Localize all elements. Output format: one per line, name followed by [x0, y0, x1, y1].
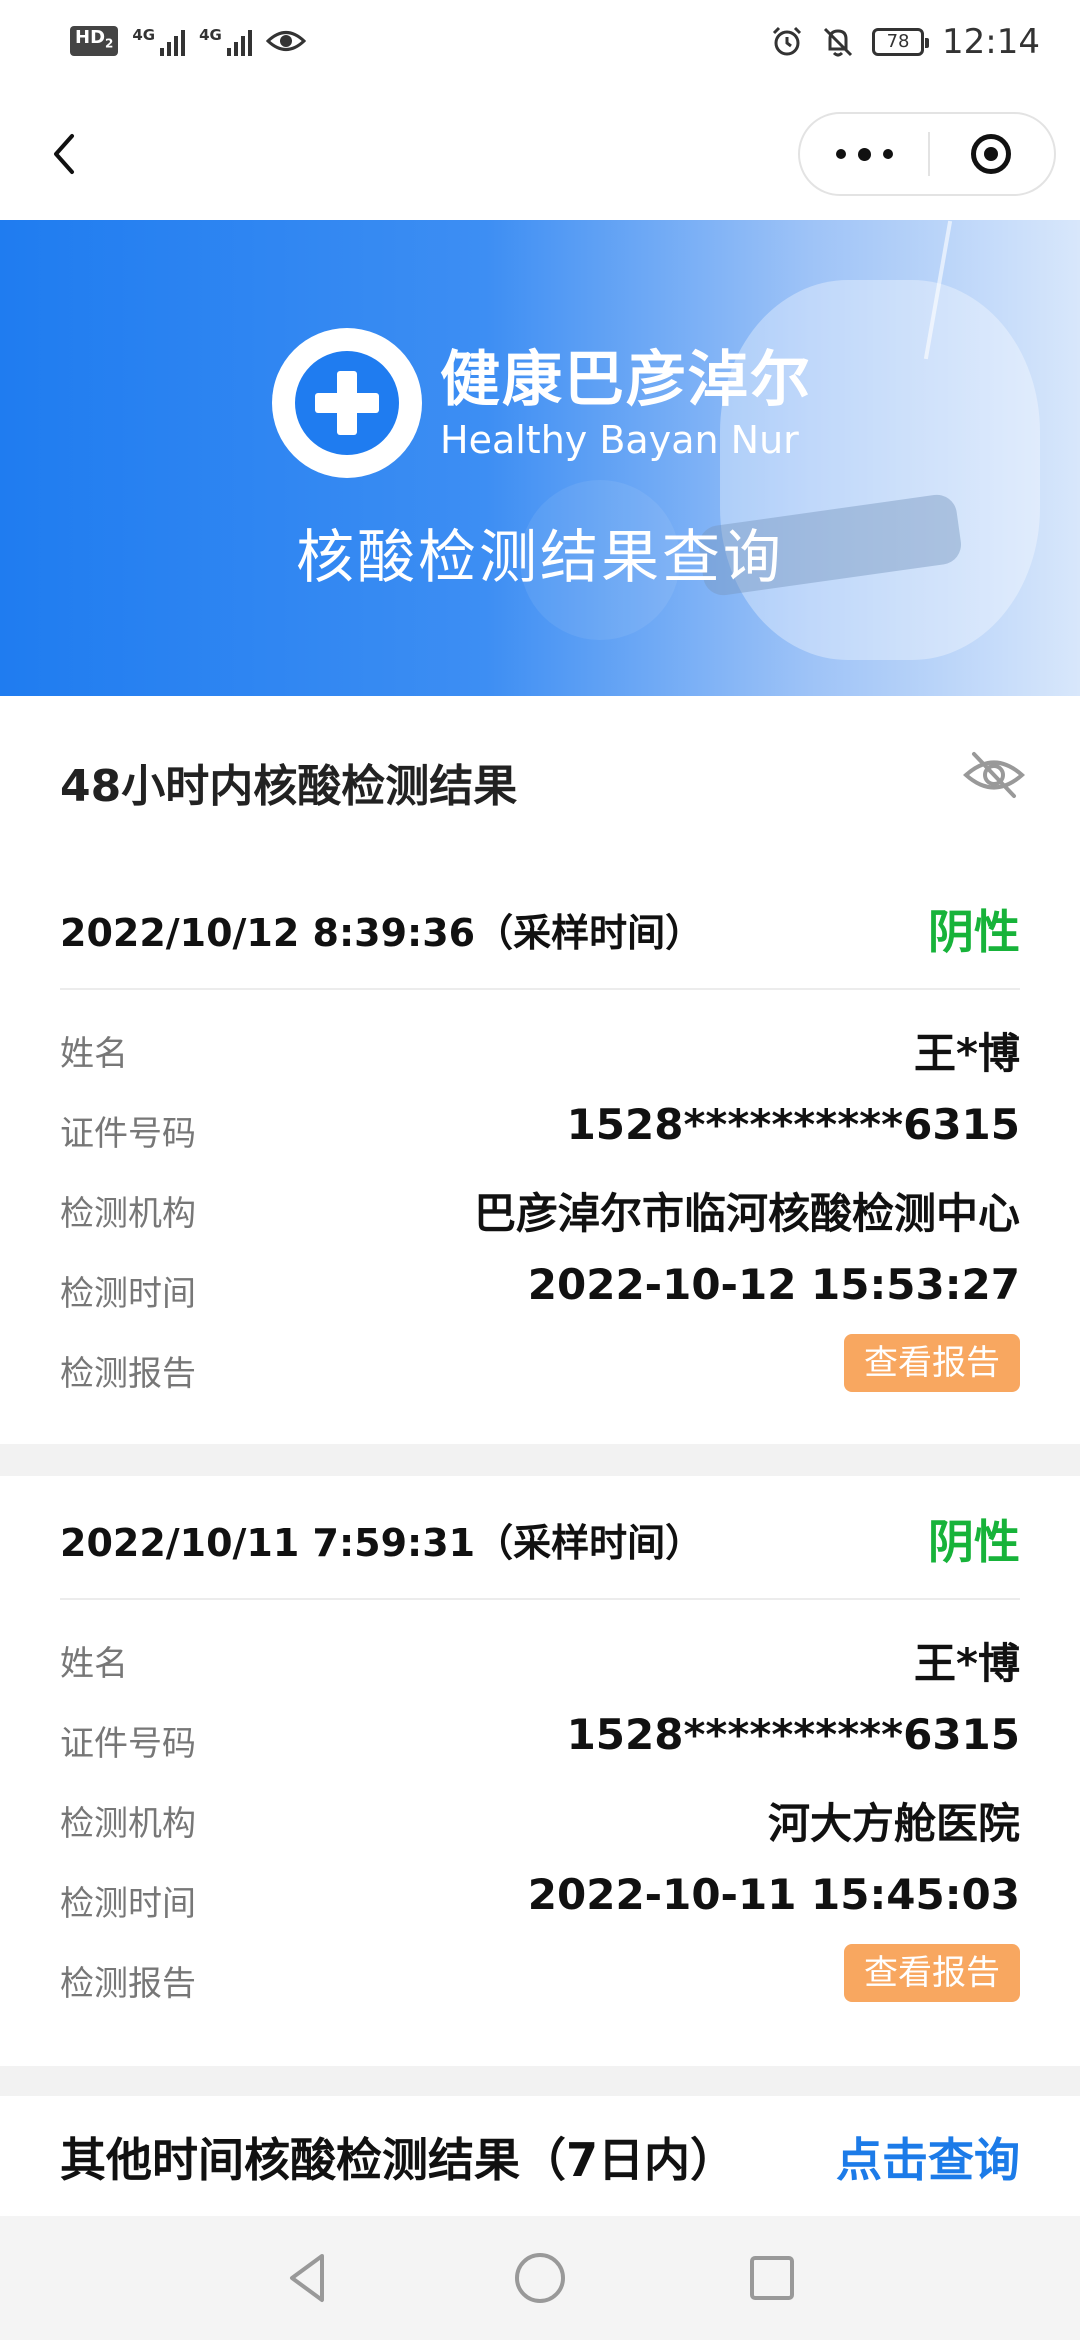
field-value: 王*博	[914, 1029, 1020, 1078]
record-header: 2022/10/11 7:59:31（采样时间） 阴性	[60, 1476, 1020, 1600]
field-label: 检测报告	[60, 1964, 196, 2004]
field-row-institution: 检测机构 巴彦淖尔市临河核酸检测中心	[60, 1174, 1020, 1254]
health-seal-icon	[272, 328, 422, 478]
triangle-back-icon	[290, 2254, 324, 2302]
alarm-icon	[772, 26, 802, 56]
hd-badge: HD2	[70, 26, 119, 56]
field-value: 1528**********6315	[566, 1710, 1020, 1759]
section-header: 48小时内核酸检测结果	[0, 696, 1080, 866]
more-dots-icon	[857, 147, 871, 161]
more-dots-icon	[835, 149, 846, 159]
signal-icon: 4G	[199, 26, 252, 56]
circle-home-icon	[515, 2253, 565, 2303]
field-row-report: 检测报告 查看报告	[60, 1944, 1020, 2024]
page: HD2 4G 4G 78 12:14 健康巴彦淖尔 Healthy Bayan …	[0, 0, 1080, 2340]
field-label: 检测报告	[60, 1354, 196, 1394]
sim2-label: 4G	[199, 26, 222, 44]
other-results-row: 其他时间核酸检测结果（7日内） 点击查询	[0, 2096, 1080, 2216]
clock: 12:14	[942, 22, 1040, 62]
field-row-test-time: 检测时间 2022-10-11 15:45:03	[60, 1864, 1020, 1944]
bell-off-icon	[823, 27, 853, 57]
query-link[interactable]: 点击查询	[836, 2124, 1020, 2190]
back-button[interactable]	[40, 124, 90, 184]
field-label: 证件号码	[60, 1114, 196, 1154]
view-report-button[interactable]: 查看报告	[844, 1334, 1020, 1392]
test-record-card: 2022/10/11 7:59:31（采样时间） 阴性 姓名 王*博 证件号码 …	[0, 1476, 1080, 2066]
brand-text: 健康巴彦淖尔 Healthy Bayan Nur	[440, 343, 812, 463]
header-banner: 健康巴彦淖尔 Healthy Bayan Nur 核酸检测结果查询	[0, 220, 1080, 696]
field-label: 证件号码	[60, 1724, 196, 1764]
target-close-icon	[971, 134, 1011, 174]
close-button[interactable]	[928, 114, 1054, 194]
hd-sub: 2	[105, 36, 114, 51]
nav-back-button[interactable]	[276, 2246, 340, 2310]
title-bar	[0, 96, 1080, 220]
status-left: HD2 4G 4G	[70, 26, 306, 56]
more-button[interactable]	[800, 114, 928, 194]
square-recent-icon	[750, 2256, 794, 2300]
sample-time: 2022/10/12 8:39:36（采样时间）	[60, 911, 704, 955]
test-result: 阴性	[928, 1515, 1020, 1569]
toggle-visibility-button[interactable]	[962, 748, 1026, 802]
record-fields: 姓名 王*博 证件号码 1528**********6315 检测机构 河大方舱…	[60, 1624, 1020, 2024]
sim1-label: 4G	[132, 26, 156, 44]
field-value: 巴彦淖尔市临河核酸检测中心	[473, 1189, 1020, 1238]
field-label: 姓名	[60, 1644, 128, 1684]
field-value: 王*博	[914, 1639, 1020, 1688]
nav-home-button[interactable]	[508, 2246, 572, 2310]
battery-icon: 78	[872, 28, 930, 56]
status-right: 78 12:14	[770, 22, 1040, 62]
field-value: 2022-10-12 15:53:27	[527, 1260, 1020, 1309]
sample-time: 2022/10/11 7:59:31（采样时间）	[60, 1521, 704, 1565]
field-label: 检测机构	[60, 1804, 196, 1844]
eye-off-icon	[962, 752, 1026, 798]
field-label: 检测机构	[60, 1194, 196, 1234]
hd-label: HD	[75, 27, 106, 49]
more-dots-icon	[882, 149, 893, 159]
brand-name-cn: 健康巴彦淖尔	[440, 345, 812, 415]
field-value: 1528**********6315	[566, 1100, 1020, 1149]
brand-logo: 健康巴彦淖尔 Healthy Bayan Nur	[272, 328, 812, 478]
field-row-name: 姓名 王*博	[60, 1624, 1020, 1704]
field-value: 2022-10-11 15:45:03	[527, 1870, 1020, 1919]
field-label: 姓名	[60, 1034, 128, 1074]
field-row-name: 姓名 王*博	[60, 1014, 1020, 1094]
mini-program-capsule	[798, 112, 1056, 196]
test-result: 阴性	[928, 905, 1020, 959]
field-row-test-time: 检测时间 2022-10-12 15:53:27	[60, 1254, 1020, 1334]
record-header: 2022/10/12 8:39:36（采样时间） 阴性	[60, 866, 1020, 990]
field-row-report: 检测报告 查看报告	[60, 1334, 1020, 1414]
nav-recent-button[interactable]	[740, 2246, 804, 2310]
battery-level: 78	[886, 31, 910, 52]
page-title: 核酸检测结果查询	[295, 523, 784, 591]
test-record-card: 2022/10/12 8:39:36（采样时间） 阴性 姓名 王*博 证件号码 …	[0, 866, 1080, 1444]
field-value: 河大方舱医院	[767, 1799, 1020, 1848]
navigation-bar	[0, 2216, 1080, 2340]
view-report-button[interactable]: 查看报告	[844, 1944, 1020, 2002]
field-row-id: 证件号码 1528**********6315	[60, 1704, 1020, 1784]
eye-icon	[265, 31, 306, 51]
field-row-id: 证件号码 1528**********6315	[60, 1094, 1020, 1174]
field-label: 检测时间	[60, 1274, 196, 1314]
record-fields: 姓名 王*博 证件号码 1528**********6315 检测机构 巴彦淖尔…	[60, 1014, 1020, 1414]
other-results-label: 其他时间核酸检测结果（7日内）	[60, 2133, 737, 2187]
chevron-left-icon	[54, 134, 74, 174]
status-bar: HD2 4G 4G 78 12:14	[0, 0, 1080, 96]
brand-name-en: Healthy Bayan Nur	[440, 418, 799, 462]
signal-icon: 4G	[132, 26, 186, 56]
field-row-institution: 检测机构 河大方舱医院	[60, 1784, 1020, 1864]
section-title: 48小时内核酸检测结果	[60, 761, 518, 812]
field-label: 检测时间	[60, 1884, 196, 1924]
